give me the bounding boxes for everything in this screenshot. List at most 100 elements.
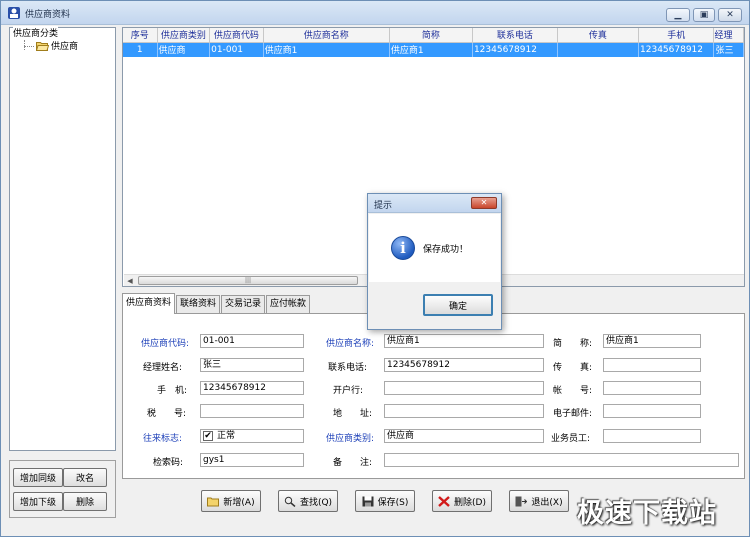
- rename-button[interactable]: 改名: [63, 468, 107, 487]
- col-header-name[interactable]: 供应商名称: [263, 28, 390, 43]
- app-icon: [8, 7, 20, 19]
- supplier-name-label: 供应商名称:: [326, 339, 375, 349]
- tree-node-supplier[interactable]: 供应商: [36, 39, 78, 52]
- folder-open-icon: [36, 41, 49, 51]
- window-title: 供应商资料: [25, 10, 71, 20]
- account-label: 帐 号:: [553, 386, 593, 396]
- category-tree[interactable]: 供应商分类 供应商: [9, 26, 116, 451]
- add-child-button[interactable]: 增加下级: [13, 492, 63, 511]
- table-row[interactable]: 1 供应商 01-001 供应商1 供应商1 12345678912 12345…: [123, 42, 744, 57]
- col-header-fax[interactable]: 传真: [557, 28, 640, 43]
- maximize-button[interactable]: ▣: [693, 8, 715, 22]
- cell-fax: [557, 42, 640, 57]
- email-label: 电子邮件:: [553, 409, 593, 419]
- maximize-icon: ▣: [699, 10, 709, 20]
- category-field[interactable]: 供应商: [384, 429, 544, 443]
- fax-label: 传 真:: [553, 363, 593, 373]
- delete-x-icon: [438, 495, 450, 507]
- save-button[interactable]: 保存(S): [355, 490, 415, 512]
- phone-field[interactable]: 12345678912: [384, 358, 544, 372]
- remark-label: 备 注:: [333, 458, 373, 468]
- account-field[interactable]: [603, 381, 701, 395]
- status-checkbox[interactable]: ✔: [203, 431, 213, 441]
- supplier-form: 供应商代码: 01-001 经理姓名: 张三 手 机: 12345678912 …: [122, 313, 745, 479]
- dialog-close-button[interactable]: ✕: [471, 197, 497, 209]
- close-button[interactable]: ✕: [718, 8, 742, 22]
- floppy-disk-icon: [362, 496, 374, 506]
- salesperson-label: 业务员工:: [551, 434, 591, 444]
- detail-tabs: 供应商资料 联络资料 交易记录 应付帐款: [122, 293, 311, 314]
- scroll-left-icon[interactable]: ◀: [125, 276, 135, 286]
- cell-category: 供应商: [157, 42, 211, 57]
- new-button[interactable]: 新增(A): [201, 490, 261, 512]
- cell-code: 01-001: [209, 42, 264, 57]
- delete-button-label: 删除(D): [454, 497, 486, 508]
- exit-button-label: 退出(X): [531, 497, 563, 508]
- supplier-code-field[interactable]: 01-001: [200, 334, 304, 348]
- tree-line: [24, 40, 25, 50]
- exit-button[interactable]: 退出(X): [509, 490, 569, 512]
- tree-header: 供应商分类: [13, 26, 59, 39]
- cell-phone: 12345678912: [472, 42, 558, 57]
- remark-field[interactable]: [384, 453, 739, 467]
- fax-field[interactable]: [603, 358, 701, 372]
- folder-icon: [207, 497, 220, 506]
- col-header-short-name[interactable]: 简称: [389, 28, 473, 43]
- main-window: 供应商资料 ▁ ▣ ✕ 供应商分类 供应商 增加同级 改名 增加下级 删除 序号…: [0, 0, 750, 537]
- message-dialog: 提示 ✕ i 保存成功！ 确定: [367, 193, 502, 330]
- col-header-manager[interactable]: 经理: [713, 28, 744, 43]
- close-icon: ✕: [726, 10, 734, 20]
- supplier-table: 序号 供应商类别 供应商代码 供应商名称 简称 联系电话 传真 手机 经理 1 …: [123, 28, 744, 57]
- supplier-code-label: 供应商代码:: [141, 339, 190, 349]
- address-field[interactable]: [384, 404, 544, 418]
- cell-short-name: 供应商1: [389, 42, 473, 57]
- dialog-title-bar: 提示 ✕: [368, 194, 501, 213]
- mobile-label: 手 机:: [157, 386, 188, 396]
- search-icon: [284, 496, 296, 507]
- tree-node-label: 供应商: [51, 42, 79, 52]
- status-value: 正常: [217, 431, 236, 441]
- col-header-category[interactable]: 供应商类别: [157, 28, 211, 43]
- short-name-field[interactable]: 供应商1: [603, 334, 701, 348]
- bank-field[interactable]: [384, 381, 544, 395]
- dialog-body: i 保存成功！: [369, 214, 500, 282]
- dialog-title: 提示: [374, 201, 393, 211]
- cell-name: 供应商1: [263, 42, 390, 57]
- status-field[interactable]: ✔ 正常: [200, 429, 304, 443]
- scrollbar-thumb[interactable]: |||: [138, 276, 358, 285]
- find-button-label: 查找(Q): [299, 497, 333, 508]
- tab-payables[interactable]: 应付帐款: [266, 295, 311, 313]
- mobile-field[interactable]: 12345678912: [200, 381, 304, 395]
- bank-label: 开户行:: [333, 386, 364, 396]
- add-sibling-button[interactable]: 增加同级: [13, 468, 63, 487]
- col-header-code[interactable]: 供应商代码: [209, 28, 264, 43]
- grid-header-row: 序号 供应商类别 供应商代码 供应商名称 简称 联系电话 传真 手机 经理: [123, 28, 744, 43]
- delete-category-button[interactable]: 删除: [63, 492, 107, 511]
- dialog-message: 保存成功！: [423, 245, 469, 255]
- search-code-field[interactable]: gys1: [200, 453, 304, 467]
- minimize-icon: ▁: [674, 10, 682, 20]
- watermark: 极速下载站: [577, 498, 717, 529]
- tab-contact-info[interactable]: 联络资料: [176, 295, 221, 313]
- cell-index: 1: [123, 42, 158, 57]
- new-button-label: 新增(A): [223, 497, 255, 508]
- tab-supplier-info[interactable]: 供应商资料: [122, 293, 176, 314]
- manager-name-field[interactable]: 张三: [200, 358, 304, 372]
- save-button-label: 保存(S): [377, 497, 409, 508]
- minimize-button[interactable]: ▁: [666, 8, 690, 22]
- col-header-phone[interactable]: 联系电话: [472, 28, 558, 43]
- manager-name-label: 经理姓名:: [143, 363, 183, 373]
- tab-transactions[interactable]: 交易记录: [221, 295, 266, 313]
- find-button[interactable]: 查找(Q): [278, 490, 338, 512]
- dialog-ok-button[interactable]: 确定: [423, 294, 493, 316]
- search-code-label: 检索码:: [153, 458, 184, 468]
- delete-button[interactable]: 删除(D): [432, 490, 492, 512]
- salesperson-field[interactable]: [603, 429, 701, 443]
- email-field[interactable]: [603, 404, 701, 418]
- col-header-index[interactable]: 序号: [123, 28, 158, 43]
- col-header-mobile[interactable]: 手机: [638, 28, 715, 43]
- tax-id-field[interactable]: [200, 404, 304, 418]
- cell-mobile: 12345678912: [638, 42, 715, 57]
- cell-manager: 张三: [713, 42, 744, 57]
- supplier-name-field[interactable]: 供应商1: [384, 334, 544, 348]
